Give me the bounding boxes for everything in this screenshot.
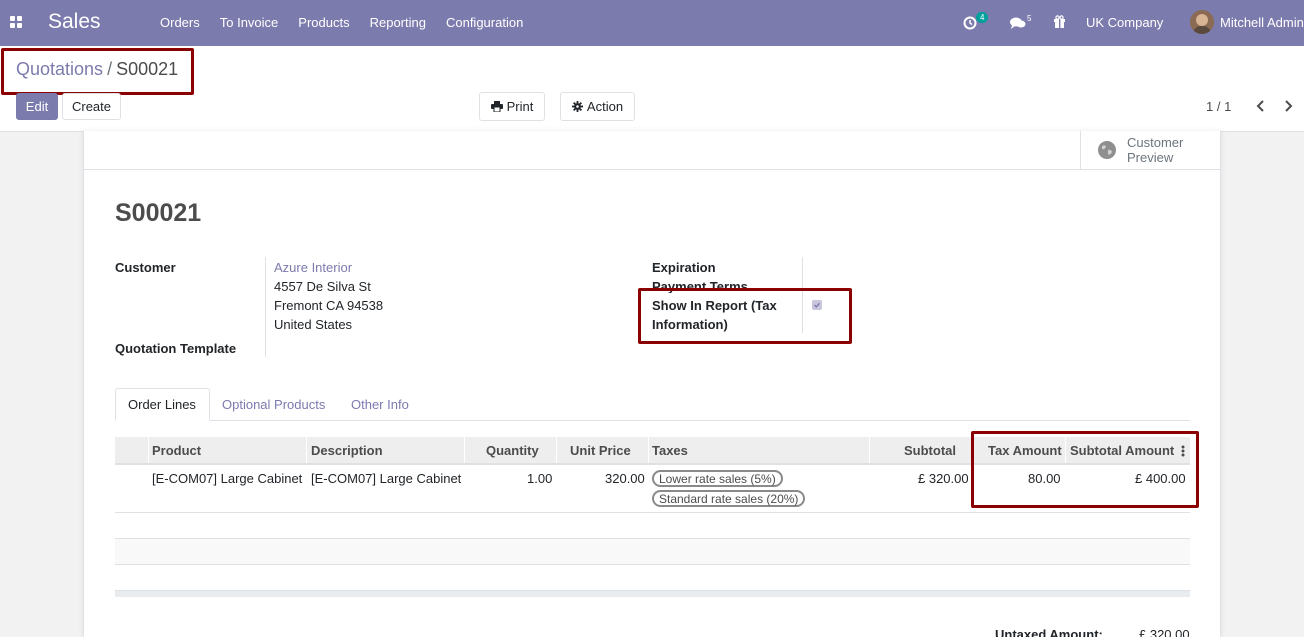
company-switcher[interactable]: UK Company bbox=[1086, 15, 1163, 30]
printer-icon bbox=[490, 101, 503, 112]
customer-preview-button[interactable]: Customer Preview bbox=[1080, 131, 1220, 169]
menu-item-to-invoice[interactable]: To Invoice bbox=[220, 15, 279, 30]
menu-item-orders[interactable]: Orders bbox=[160, 15, 200, 30]
table-footer bbox=[115, 590, 1190, 597]
pager-previous-icon[interactable] bbox=[1255, 99, 1267, 113]
menu-item-products[interactable]: Products bbox=[298, 15, 349, 30]
tax-tag-standard-rate: Standard rate sales (20%) bbox=[652, 490, 806, 507]
column-quantity[interactable]: Quantity bbox=[486, 443, 539, 458]
customer-address-line1: 4557 De Silva St bbox=[274, 279, 371, 294]
tab-other-info[interactable]: Other Info bbox=[339, 388, 421, 421]
tax-tag-lower-rate: Lower rate sales (5%) bbox=[652, 470, 783, 487]
gift-icon bbox=[1054, 15, 1065, 28]
tab-optional-products[interactable]: Optional Products bbox=[210, 388, 337, 421]
tab-order-lines[interactable]: Order Lines bbox=[115, 388, 210, 421]
customer-link[interactable]: Azure Interior bbox=[274, 260, 352, 275]
menu-item-reporting[interactable]: Reporting bbox=[370, 15, 426, 30]
row-description: [E-COM07] Large Cabinet bbox=[311, 471, 462, 486]
row-divider bbox=[115, 538, 1190, 539]
print-label: Print bbox=[506, 99, 534, 114]
column-unit-price[interactable]: Unit Price bbox=[570, 443, 631, 458]
menu-item-configuration[interactable]: Configuration bbox=[446, 15, 523, 30]
avatar bbox=[1190, 10, 1214, 34]
row-product: [E-COM07] Large Cabinet bbox=[152, 471, 303, 486]
globe-icon bbox=[1098, 141, 1116, 159]
field-divider bbox=[265, 257, 266, 357]
record-title: S00021 bbox=[115, 199, 202, 227]
column-subtotal[interactable]: Subtotal bbox=[904, 443, 956, 458]
row-divider bbox=[115, 512, 1190, 513]
app-name[interactable]: Sales bbox=[48, 10, 101, 34]
user-name: Mitchell Admin bbox=[1220, 15, 1304, 30]
create-button[interactable]: Create bbox=[62, 93, 121, 120]
main-menu: Orders To Invoice Products Reporting Con… bbox=[160, 15, 543, 30]
customer-address-line2: Fremont CA 94538 bbox=[274, 298, 384, 313]
row-unit-price: 320.00 bbox=[605, 471, 645, 486]
edit-button[interactable]: Edit bbox=[16, 93, 58, 120]
chat-bubbles-icon bbox=[1010, 17, 1026, 29]
action-label: Action bbox=[586, 99, 624, 114]
activity-clock-icon bbox=[963, 16, 977, 30]
apps-menu-icon[interactable] bbox=[10, 16, 23, 29]
customer-address-line3: United States bbox=[274, 317, 353, 332]
customer-preview-label-2: Preview bbox=[1127, 150, 1174, 165]
pager-value[interactable]: 1 / 1 bbox=[1206, 99, 1231, 114]
row-divider bbox=[115, 564, 1190, 565]
top-navbar: Sales Orders To Invoice Products Reporti… bbox=[0, 0, 1304, 46]
quotation-template-label: Quotation Template bbox=[115, 341, 237, 356]
empty-row bbox=[115, 539, 1190, 565]
activity-count-badge: 4 bbox=[976, 12, 989, 23]
row-quantity: 1.00 bbox=[527, 471, 553, 486]
print-button[interactable]: Print bbox=[479, 92, 545, 121]
action-button[interactable]: Action bbox=[560, 92, 635, 121]
tax-columns-highlight-box bbox=[971, 431, 1199, 508]
column-taxes[interactable]: Taxes bbox=[652, 443, 688, 458]
breadcrumb-highlight-box bbox=[1, 48, 194, 95]
column-product[interactable]: Product bbox=[152, 443, 201, 458]
customer-preview-label-1: Customer bbox=[1127, 135, 1184, 150]
gear-icon bbox=[571, 101, 583, 112]
message-count: 5 bbox=[1027, 14, 1032, 23]
column-description[interactable]: Description bbox=[311, 443, 383, 458]
expiration-label: Expiration bbox=[652, 260, 716, 275]
untaxed-amount-value: £ 320.00 bbox=[1139, 627, 1190, 637]
show-in-report-highlight-box bbox=[638, 288, 852, 344]
pager-next-icon[interactable] bbox=[1282, 99, 1294, 113]
row-subtotal: £ 320.00 bbox=[918, 471, 969, 486]
form-statusbar bbox=[84, 131, 1220, 170]
customer-label: Customer bbox=[115, 260, 176, 275]
untaxed-amount-label: Untaxed Amount: bbox=[995, 627, 1103, 637]
